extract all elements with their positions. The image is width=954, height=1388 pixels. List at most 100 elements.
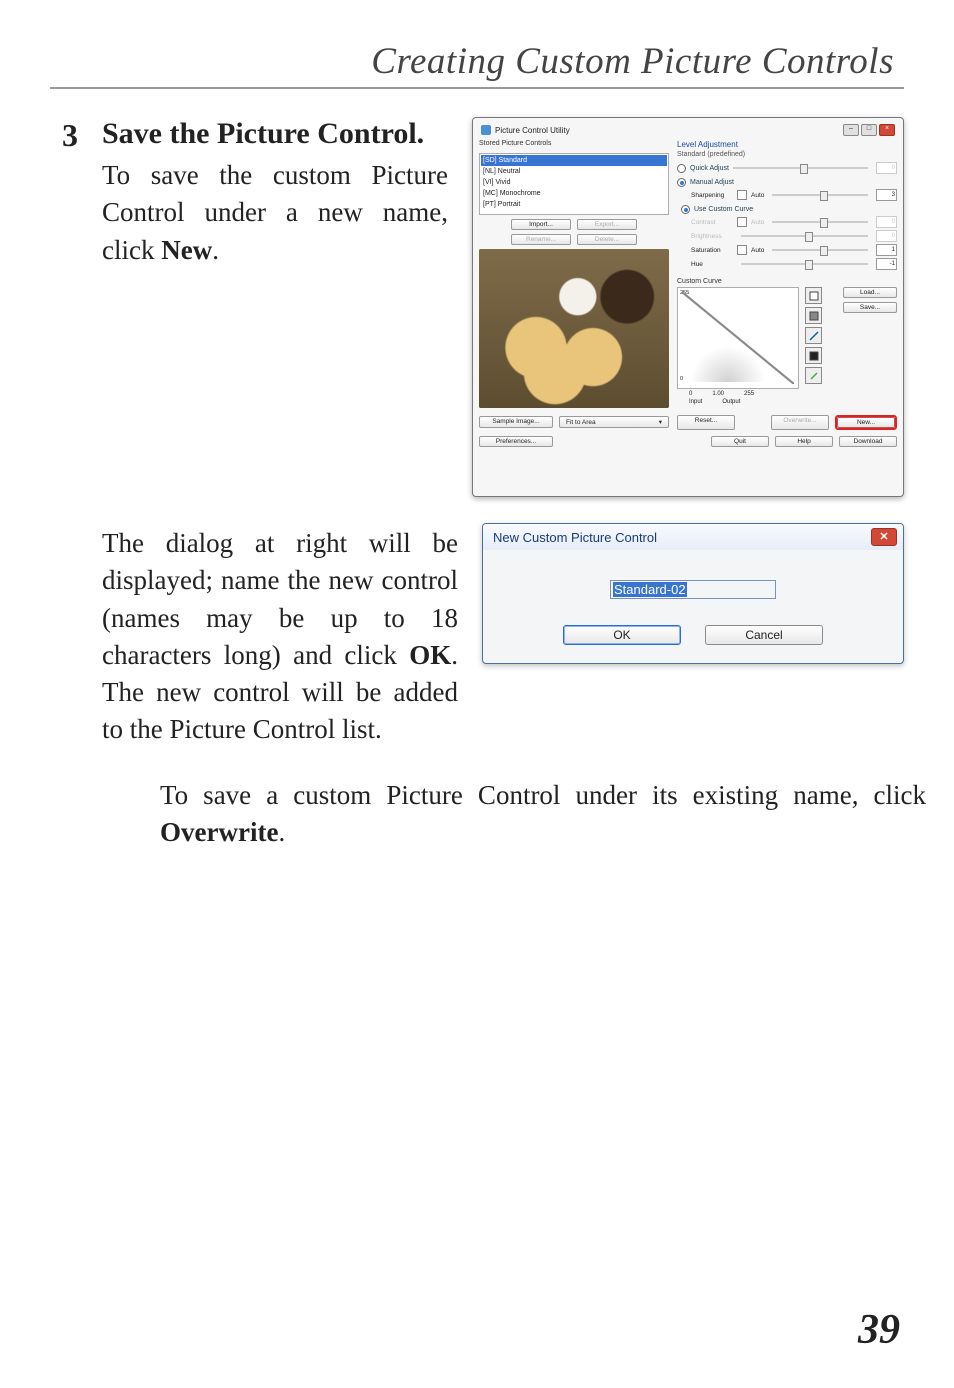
- curve-x-0: 0: [689, 391, 692, 397]
- new-button-callout: New...: [835, 415, 897, 430]
- stored-controls-listbox[interactable]: [SD] Standard [NL] Neutral [VI] Vivid [M…: [479, 153, 669, 215]
- output-axis-label: Output: [722, 399, 740, 405]
- gray-point-tool-icon[interactable]: [805, 307, 822, 324]
- step-heading: Save the Picture Control.: [102, 117, 448, 151]
- step-body-post: .: [212, 235, 219, 265]
- window-title: Picture Control Utility: [495, 126, 570, 135]
- step-body-key: New: [161, 235, 212, 265]
- contrast-auto-check: [737, 217, 747, 227]
- new-custom-picture-control-dialog: New Custom Picture Control ✕ Standard-02…: [482, 523, 904, 664]
- page-number: 39: [858, 1306, 900, 1354]
- saturation-auto-label: Auto: [751, 247, 764, 254]
- delete-button[interactable]: Delete...: [577, 234, 637, 245]
- contrast-value: 0: [876, 216, 897, 228]
- preferences-button[interactable]: Preferences...: [479, 436, 553, 447]
- overwrite-button[interactable]: Overwrite...: [771, 415, 829, 430]
- custom-curve-editor[interactable]: 255 0: [677, 287, 799, 389]
- app-logo-icon: [481, 125, 491, 135]
- input-axis-label: Input: [689, 399, 702, 405]
- black-point-tool-icon[interactable]: [805, 347, 822, 364]
- saturation-value: 1: [876, 244, 897, 256]
- sample-image-button[interactable]: Sample Image...: [479, 416, 553, 428]
- overwrite-para-key: Overwrite: [160, 817, 278, 847]
- level-adjustment-title: Level Adjustment: [677, 140, 897, 149]
- sample-image-preview: [479, 249, 669, 408]
- curve-y-255: 255: [680, 290, 689, 296]
- brightness-label: Brightness: [691, 233, 733, 240]
- fit-to-area-label: Fit to Area: [566, 419, 596, 426]
- histogram-overlay: [686, 322, 790, 382]
- list-item[interactable]: [NL] Neutral: [481, 166, 667, 177]
- minimize-button[interactable]: –: [843, 124, 859, 136]
- level-adjustment-subtitle: Standard (predefined): [677, 151, 897, 158]
- save-curve-button[interactable]: Save...: [843, 302, 897, 313]
- chapter-title: Creating Custom Picture Controls: [50, 40, 894, 83]
- brightness-slider: [741, 235, 868, 237]
- reset-curve-tool-icon[interactable]: [805, 367, 822, 384]
- name-input[interactable]: Standard-02: [610, 580, 776, 599]
- white-point-tool-icon[interactable]: [805, 287, 822, 304]
- list-item[interactable]: [PT] Portrait: [481, 199, 667, 210]
- add-point-tool-icon[interactable]: [805, 327, 822, 344]
- import-button[interactable]: Import...: [511, 219, 571, 230]
- ok-button[interactable]: OK: [563, 625, 681, 645]
- sharpening-auto-label: Auto: [751, 192, 764, 199]
- dialog-title: New Custom Picture Control: [493, 530, 657, 545]
- quit-button[interactable]: Quit: [711, 436, 769, 447]
- custom-curve-label: Custom Curve: [677, 278, 897, 285]
- dialog-description: The dialog at right will be displayed; n…: [102, 525, 458, 749]
- contrast-label: Contrast: [691, 219, 733, 226]
- contrast-slider: [772, 221, 868, 223]
- curve-x-mid: 1.00: [712, 391, 724, 397]
- curve-x-255: 255: [744, 391, 754, 397]
- hue-slider[interactable]: [741, 263, 868, 265]
- export-button[interactable]: Export...: [577, 219, 637, 230]
- help-button[interactable]: Help: [775, 436, 833, 447]
- dialog-close-button[interactable]: ✕: [871, 528, 897, 546]
- list-item[interactable]: [SD] Standard: [481, 155, 667, 166]
- chevron-down-icon: ▾: [659, 418, 662, 426]
- name-input-value: Standard-02: [613, 582, 687, 597]
- step-body-pre: To save the custom Picture Control under…: [102, 160, 448, 265]
- close-button[interactable]: ×: [879, 124, 895, 136]
- stored-controls-label: Stored Picture Controls: [479, 140, 669, 147]
- reset-button[interactable]: Reset...: [677, 415, 735, 430]
- contrast-auto-label: Auto: [751, 219, 764, 226]
- overwrite-paragraph: To save a custom Picture Control under i…: [160, 777, 926, 852]
- sharpening-value: 3: [876, 189, 897, 201]
- quick-adjust-value: 0: [876, 162, 897, 174]
- list-item[interactable]: [MC] Monochrome: [481, 188, 667, 199]
- cancel-button[interactable]: Cancel: [705, 625, 823, 645]
- overwrite-para-pre: To save a custom Picture Control under i…: [160, 780, 926, 810]
- saturation-label: Saturation: [691, 247, 733, 254]
- use-custom-curve-radio[interactable]: [681, 205, 690, 214]
- load-curve-button[interactable]: Load...: [843, 287, 897, 298]
- step-body: To save the custom Picture Control under…: [102, 157, 448, 269]
- fit-to-area-select[interactable]: Fit to Area ▾: [559, 416, 669, 428]
- curve-y-0: 0: [680, 376, 689, 382]
- download-button[interactable]: Download: [839, 436, 897, 447]
- rename-button[interactable]: Rename...: [511, 234, 571, 245]
- manual-adjust-radio[interactable]: [677, 178, 686, 187]
- manual-adjust-label: Manual Adjust: [690, 179, 734, 186]
- quick-adjust-radio[interactable]: [677, 164, 686, 173]
- sharpening-slider[interactable]: [772, 194, 868, 196]
- quick-adjust-slider[interactable]: [733, 167, 868, 169]
- brightness-value: 0: [876, 230, 897, 242]
- use-custom-curve-label: Use Custom Curve: [694, 206, 753, 213]
- saturation-auto-check[interactable]: [737, 245, 747, 255]
- hue-value: -1: [876, 258, 897, 270]
- step-number: 3: [50, 117, 78, 151]
- dialog-desc-key: OK: [409, 640, 451, 670]
- quick-adjust-label: Quick Adjust: [690, 165, 729, 172]
- saturation-slider[interactable]: [772, 249, 868, 251]
- new-button[interactable]: New...: [837, 417, 895, 428]
- picture-control-utility-window: Picture Control Utility – □ × Stored Pic…: [472, 117, 904, 497]
- chapter-divider: [50, 87, 904, 89]
- sharpening-auto-check[interactable]: [737, 190, 747, 200]
- hue-label: Hue: [691, 261, 733, 268]
- sharpening-label: Sharpening: [691, 192, 733, 199]
- overwrite-para-post: .: [278, 817, 285, 847]
- maximize-button[interactable]: □: [861, 124, 877, 136]
- list-item[interactable]: [VI] Vivid: [481, 177, 667, 188]
